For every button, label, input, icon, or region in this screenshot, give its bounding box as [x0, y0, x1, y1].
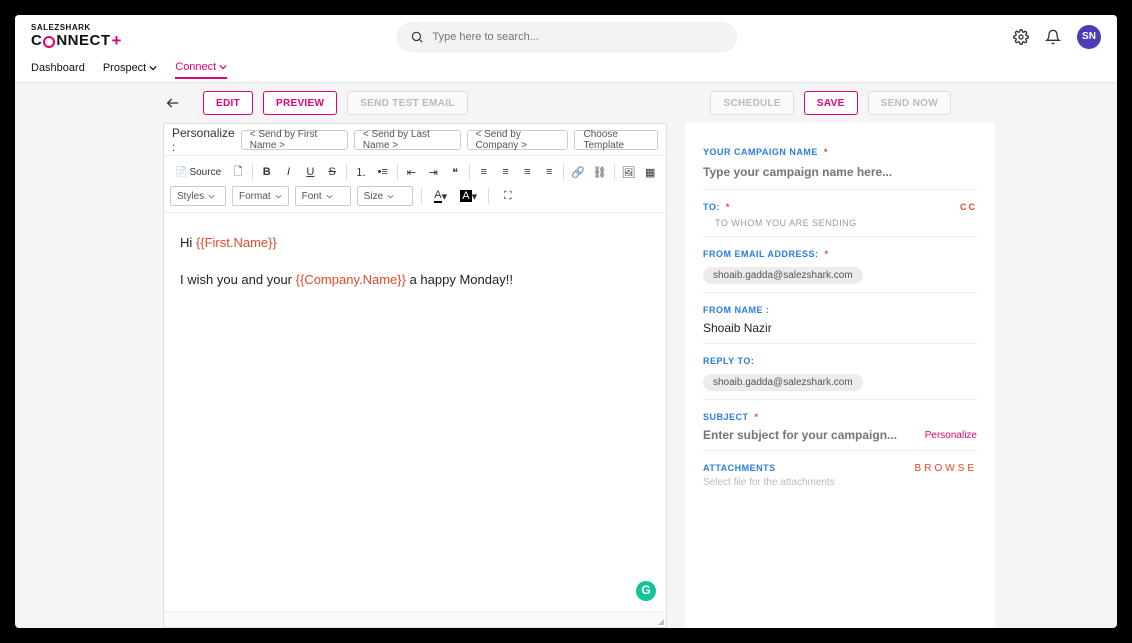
- search-icon: [410, 30, 424, 44]
- send-now-button: SEND NOW: [868, 91, 951, 115]
- first-name-token: {{First.Name}}: [196, 235, 277, 250]
- from-name-value[interactable]: Shoaib Nazir: [703, 321, 977, 335]
- edit-button[interactable]: EDIT: [203, 91, 253, 115]
- italic-icon[interactable]: I: [279, 162, 299, 182]
- bullet-list-icon[interactable]: •≡: [373, 162, 393, 182]
- underline-icon[interactable]: U: [300, 162, 320, 182]
- align-right-icon[interactable]: ≡: [517, 162, 537, 182]
- strike-icon[interactable]: S: [322, 162, 342, 182]
- logo[interactable]: SALEZSHARK CNNECT+: [31, 24, 122, 49]
- search-input-container[interactable]: [397, 22, 737, 52]
- search-input[interactable]: [432, 31, 724, 43]
- insert-last-name-button[interactable]: < Send by Last Name >: [354, 130, 461, 150]
- reply-to-label: REPLY TO:: [703, 356, 977, 366]
- from-email-label: FROM EMAIL ADDRESS: *: [703, 249, 977, 259]
- quote-icon[interactable]: ❝: [445, 162, 465, 182]
- reply-to-chip[interactable]: shoaib.gadda@salezshark.com: [703, 374, 863, 391]
- bell-icon[interactable]: [1045, 29, 1061, 45]
- subject-label: SUBJECT *: [703, 412, 977, 422]
- numbered-list-icon[interactable]: ⒈: [351, 162, 371, 182]
- link-icon[interactable]: 🔗: [568, 162, 588, 182]
- avatar[interactable]: SN: [1077, 25, 1101, 49]
- preview-button[interactable]: PREVIEW: [263, 91, 337, 115]
- save-button[interactable]: SAVE: [804, 91, 858, 115]
- align-justify-icon[interactable]: ≡: [539, 162, 559, 182]
- company-name-token: {{Company.Name}}: [296, 272, 406, 287]
- from-name-label: FROM NAME :: [703, 305, 977, 315]
- image-icon[interactable]: 🖼: [618, 162, 638, 182]
- format-combo[interactable]: Format: [232, 186, 289, 206]
- from-email-chip[interactable]: shoaib.gadda@salezshark.com: [703, 267, 863, 284]
- main-nav: Dashboard Prospect Connect: [15, 58, 1117, 82]
- unlink-icon[interactable]: ⛓: [590, 162, 610, 182]
- table-icon[interactable]: ▦: [640, 162, 660, 182]
- attachments-text: Select file for the attachments: [703, 477, 835, 488]
- choose-template-button[interactable]: Choose Template: [574, 130, 658, 150]
- campaign-name-label: YOUR CAMPAIGN NAME *: [703, 147, 977, 157]
- to-placeholder[interactable]: TO WHOM YOU ARE SENDING: [703, 218, 977, 228]
- attachments-label: ATTACHMENTS: [703, 463, 835, 473]
- bold-icon[interactable]: B: [257, 162, 277, 182]
- header: SALEZSHARK CNNECT+ SN Dashboard Pro: [15, 15, 1117, 83]
- new-page-icon[interactable]: 🗋: [228, 162, 248, 182]
- campaign-form: YOUR CAMPAIGN NAME * TO: * CC TO WHOM YOU…: [685, 123, 995, 628]
- action-toolbar: EDIT PREVIEW SEND TEST EMAIL SCHEDULE SA…: [15, 83, 1117, 123]
- send-test-button: SEND TEST EMAIL: [347, 91, 468, 115]
- cc-button[interactable]: CC: [960, 202, 977, 212]
- back-button[interactable]: [161, 91, 185, 115]
- grammarly-icon[interactable]: G: [636, 581, 656, 601]
- source-button[interactable]: 📄 Source: [170, 162, 226, 182]
- schedule-button: SCHEDULE: [710, 91, 793, 115]
- size-combo[interactable]: Size: [357, 186, 413, 206]
- nav-prospect[interactable]: Prospect: [103, 62, 157, 78]
- font-combo[interactable]: Font: [295, 186, 351, 206]
- personalize-link[interactable]: Personalize: [925, 430, 977, 441]
- campaign-name-input[interactable]: [703, 165, 977, 179]
- maximize-icon[interactable]: ⛶: [497, 186, 519, 206]
- personalize-toolbar: Personalize : < Send by First Name > < S…: [164, 124, 666, 156]
- styles-combo[interactable]: Styles: [170, 186, 226, 206]
- to-label: TO: *: [703, 202, 730, 212]
- personalize-label: Personalize :: [172, 126, 235, 154]
- resize-handle[interactable]: [164, 611, 666, 627]
- insert-first-name-button[interactable]: < Send by First Name >: [241, 130, 348, 150]
- subject-input[interactable]: [703, 428, 925, 442]
- arrow-left-icon: [165, 95, 181, 111]
- outdent-icon[interactable]: ⇤: [402, 162, 422, 182]
- rte-toolbar: 📄 Source 🗋 B I U S ⒈ •≡ ⇤ ⇥ ❝: [164, 156, 666, 213]
- settings-icon[interactable]: [1013, 29, 1029, 45]
- nav-dashboard[interactable]: Dashboard: [31, 62, 85, 78]
- editor-panel: Personalize : < Send by First Name > < S…: [163, 123, 667, 628]
- nav-connect[interactable]: Connect: [175, 61, 227, 79]
- bg-color-icon[interactable]: A▾: [458, 186, 480, 206]
- browse-button[interactable]: BROWSE: [915, 463, 977, 474]
- chevron-down-icon: [149, 64, 157, 72]
- text-color-icon[interactable]: A▾: [430, 186, 452, 206]
- indent-icon[interactable]: ⇥: [423, 162, 443, 182]
- align-center-icon[interactable]: ≡: [496, 162, 516, 182]
- chevron-down-icon: [219, 63, 227, 71]
- insert-company-button[interactable]: < Send by Company >: [467, 130, 569, 150]
- align-left-icon[interactable]: ≡: [474, 162, 494, 182]
- editor-body[interactable]: Hi {{First.Name}} I wish you and your {{…: [164, 213, 666, 611]
